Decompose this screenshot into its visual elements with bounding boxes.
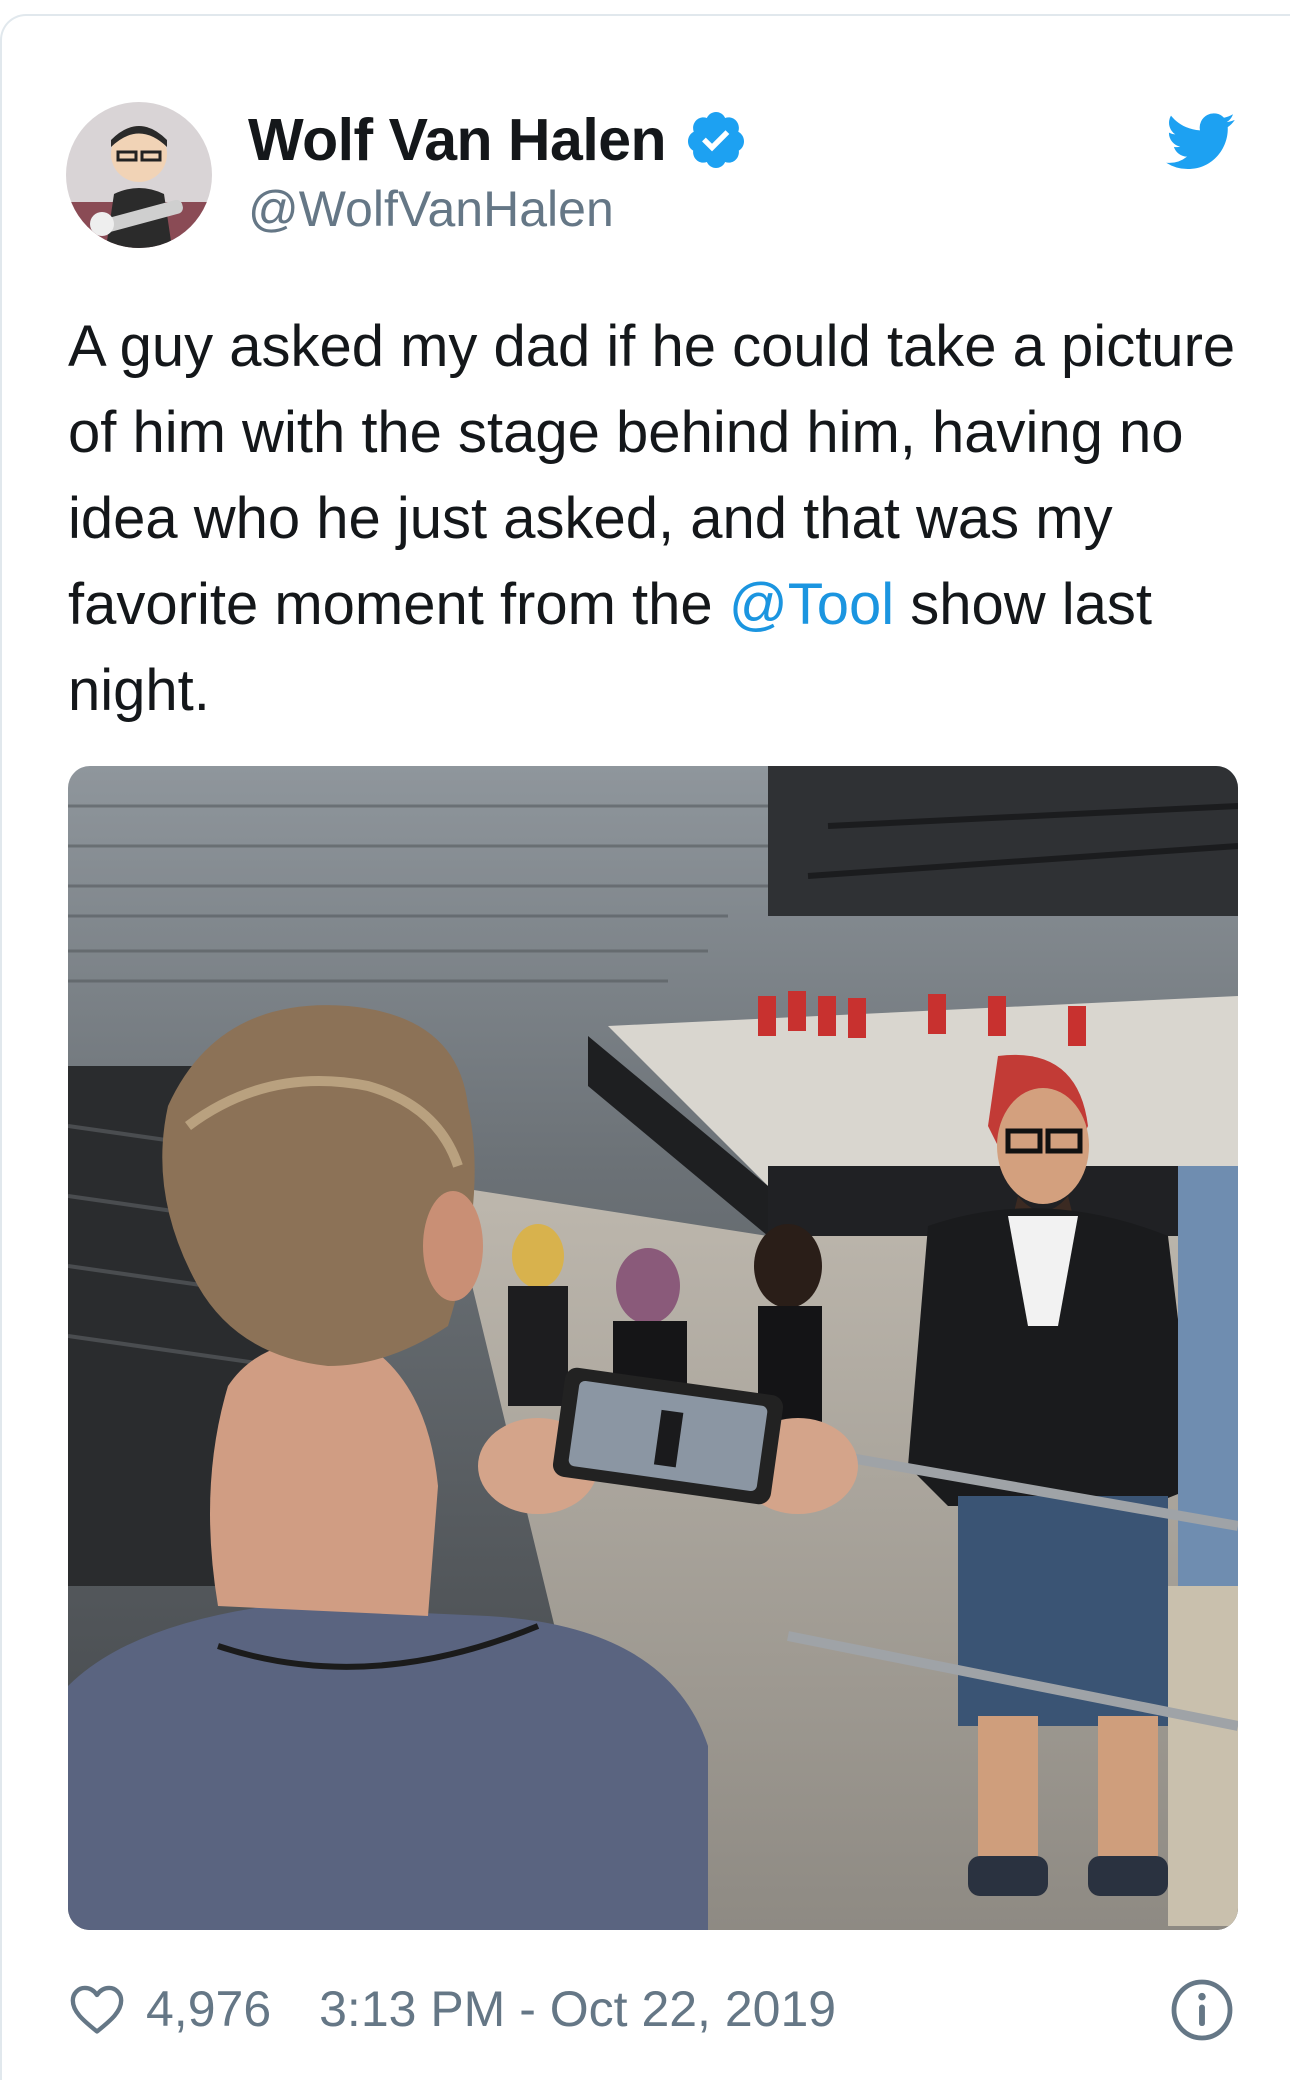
name-row: Wolf Van Halen: [248, 104, 748, 176]
tweet-text: A guy asked my dad if he could take a pi…: [68, 304, 1248, 734]
tweet-footer: 4,976 3:13 PM - Oct 22, 2019: [68, 1976, 836, 2042]
info-icon[interactable]: [1170, 1978, 1234, 2042]
heart-icon[interactable]: [68, 1982, 126, 2036]
twitter-bird-icon[interactable]: [1166, 112, 1236, 172]
user-handle[interactable]: @WolfVanHalen: [248, 180, 614, 238]
tweet-timestamp[interactable]: 3:13 PM - Oct 22, 2019: [319, 1980, 836, 2038]
verified-badge-icon: [688, 112, 745, 168]
like-count[interactable]: 4,976: [146, 1980, 271, 2038]
tweet-card: Wolf Van Halen @WolfVanHalen A guy asked…: [0, 14, 1290, 2080]
display-name[interactable]: Wolf Van Halen: [248, 106, 667, 174]
mention-link[interactable]: @Tool: [729, 572, 894, 637]
tweet-photo[interactable]: [68, 766, 1238, 1930]
avatar[interactable]: [66, 102, 212, 248]
